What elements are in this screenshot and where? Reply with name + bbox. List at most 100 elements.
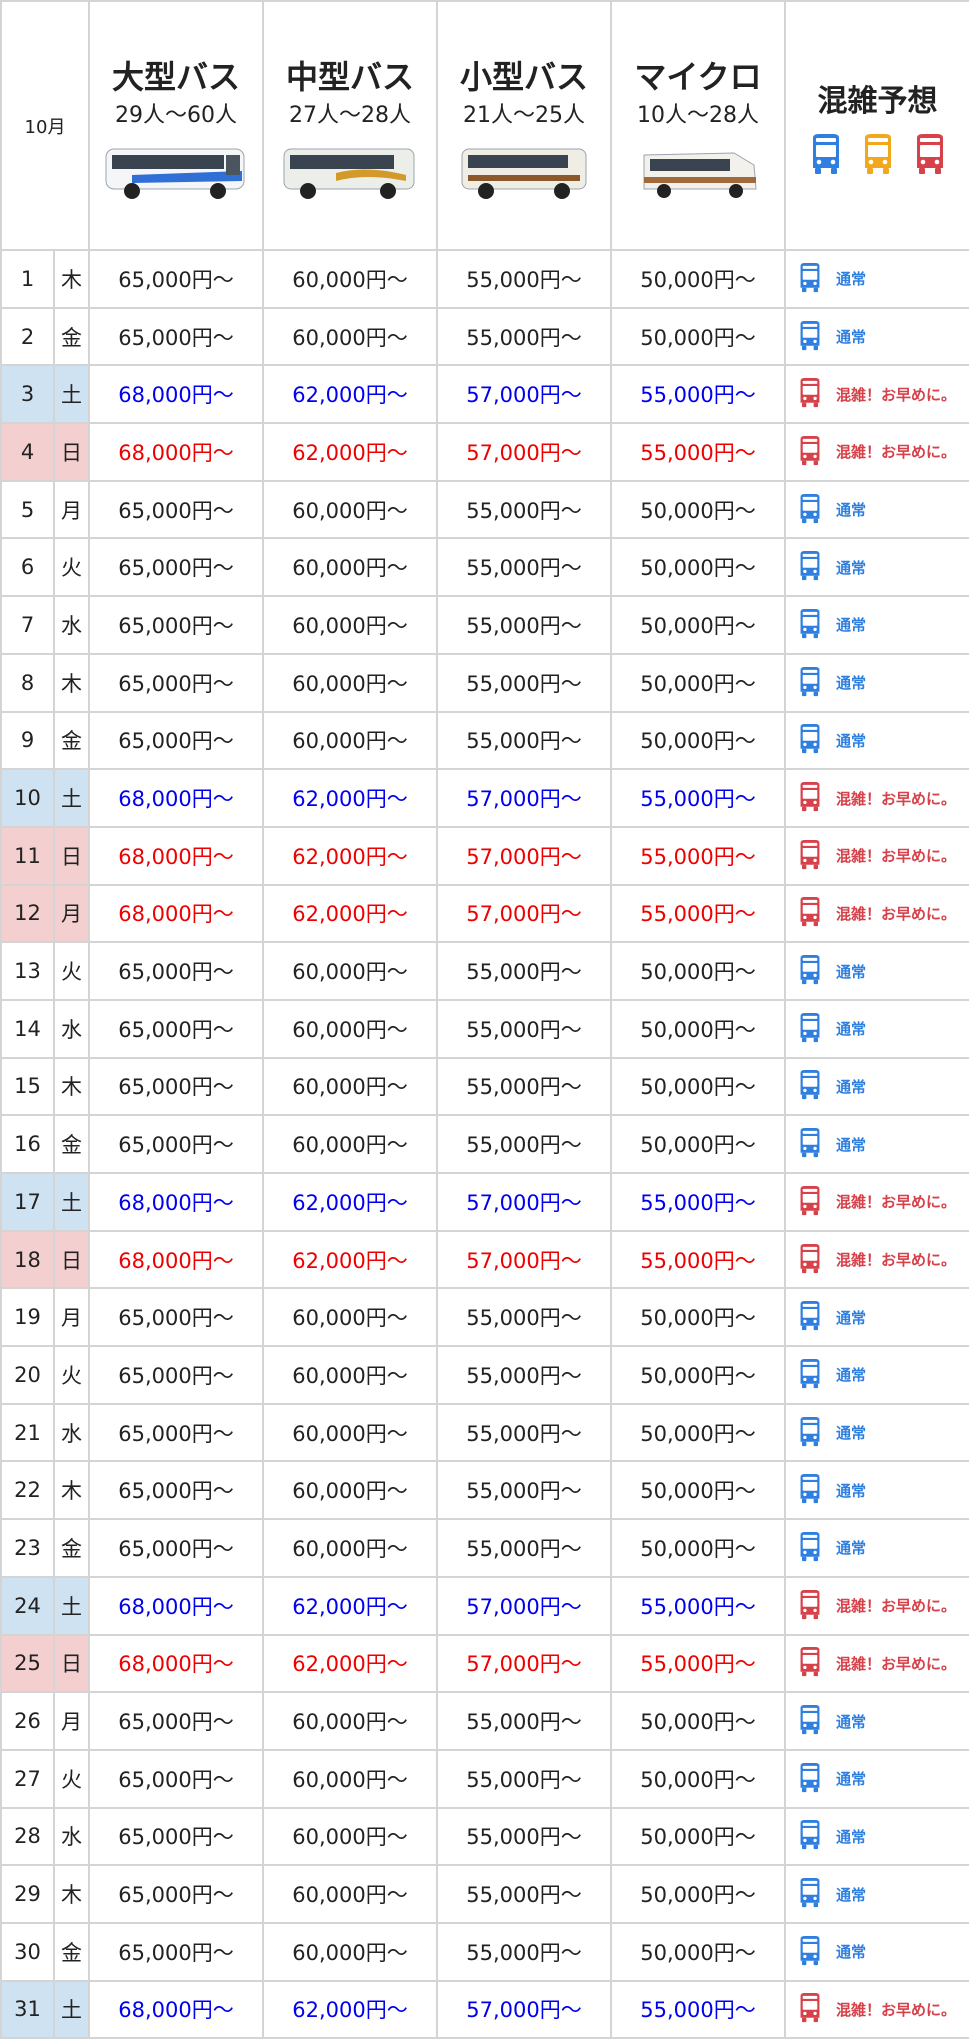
price-cell: 55,000円〜 — [436, 1460, 612, 1521]
large-bus-icon — [105, 148, 245, 200]
price-cell: 65,000円〜 — [88, 1287, 264, 1348]
price-cell: 50,000円〜 — [610, 1864, 786, 1924]
bus-blue-icon — [800, 666, 820, 696]
congestion-cell: 通常 — [784, 1056, 969, 1117]
price-cell: 55,000円〜 — [436, 249, 612, 309]
day-number: 16 — [0, 1114, 55, 1174]
price-cell: 65,000円〜 — [88, 1921, 264, 1982]
price-cell: 62,000円〜 — [262, 1979, 438, 2040]
price-cell: 62,000円〜 — [262, 364, 438, 425]
price-cell: 50,000円〜 — [610, 652, 786, 713]
day-number: 23 — [0, 1518, 55, 1578]
day-number: 13 — [0, 941, 55, 1001]
congestion-status: 通常 — [836, 1539, 867, 1558]
price-cell: 65,000円〜 — [88, 306, 264, 367]
day-of-week: 金 — [53, 1921, 90, 1982]
congestion-cell: 通常 — [784, 595, 969, 655]
day-number: 8 — [0, 652, 55, 713]
day-of-week: 水 — [53, 998, 90, 1059]
bus-blue-icon — [800, 955, 820, 985]
table-row: 16 金 65,000円〜 60,000円〜 55,000円〜 50,000円〜 通常 — [0, 1114, 969, 1174]
bus-blue-icon — [800, 1012, 820, 1042]
day-number: 7 — [0, 595, 55, 655]
table-row: 22 木 65,000円〜 60,000円〜 55,000円〜 50,000円〜 通常 — [0, 1460, 969, 1521]
congestion-cell: 通常 — [784, 941, 969, 1001]
congestion-cell: 通常 — [784, 1864, 969, 1924]
price-cell: 57,000円〜 — [436, 825, 612, 886]
day-number: 20 — [0, 1345, 55, 1405]
congestion-status: 通常 — [836, 1770, 867, 1789]
table-row: 15 木 65,000円〜 60,000円〜 55,000円〜 50,000円〜 通常 — [0, 1056, 969, 1117]
price-cell: 50,000円〜 — [610, 537, 786, 598]
price-cell: 62,000円〜 — [262, 1229, 438, 1290]
table-row: 29 木 65,000円〜 60,000円〜 55,000円〜 50,000円〜 通常 — [0, 1864, 969, 1924]
day-number: 10 — [0, 768, 55, 828]
price-cell: 57,000円〜 — [436, 768, 612, 828]
day-of-week: 土 — [53, 364, 90, 425]
price-cell: 55,000円〜 — [436, 1864, 612, 1924]
bus-blue-icon — [800, 1762, 820, 1792]
bus-blue-icon — [800, 724, 820, 754]
congestion-cell: 通常 — [784, 1691, 969, 1751]
congestion-cell: 通常 — [784, 1921, 969, 1982]
price-cell: 50,000円〜 — [610, 1056, 786, 1117]
table-row: 19 月 65,000円〜 60,000円〜 55,000円〜 50,000円〜 通常 — [0, 1287, 969, 1348]
price-cell: 57,000円〜 — [436, 364, 612, 425]
bus-blue-icon — [800, 1301, 820, 1331]
price-cell: 68,000円〜 — [88, 422, 264, 482]
congestion-legend — [786, 134, 969, 178]
price-cell: 57,000円〜 — [436, 1633, 612, 1694]
price-cell: 50,000円〜 — [610, 595, 786, 655]
bus-capacity: 10人〜28人 — [637, 103, 759, 129]
day-of-week: 木 — [53, 1460, 90, 1521]
bus-red-icon — [800, 1243, 820, 1273]
congestion-cell: 通常 — [784, 1748, 969, 1809]
congestion-status: 混雑！お早めに。 — [836, 1654, 957, 1673]
bus-type-name: 大型バス — [111, 58, 240, 96]
table-row: 28 水 65,000円〜 60,000円〜 55,000円〜 50,000円〜 通常 — [0, 1806, 969, 1867]
price-cell: 57,000円〜 — [436, 883, 612, 944]
bus-header-small: 小型バス 21人〜25人 — [436, 0, 612, 251]
bus-red-icon — [800, 435, 820, 465]
bus-blue-icon — [800, 1878, 820, 1908]
congestion-status: 通常 — [836, 1943, 867, 1962]
table-row: 30 金 65,000円〜 60,000円〜 55,000円〜 50,000円〜 通常 — [0, 1921, 969, 1982]
bus-red-icon — [800, 378, 820, 408]
price-cell: 55,000円〜 — [436, 479, 612, 540]
congestion-cell: 通常 — [784, 1460, 969, 1521]
price-cell: 60,000円〜 — [262, 998, 438, 1059]
price-cell: 50,000円〜 — [610, 1114, 786, 1174]
price-cell: 60,000円〜 — [262, 1402, 438, 1463]
header-row: 10月 大型バス 29人〜60人 中型バス 27人〜28人 小型バス 21人〜2… — [0, 0, 969, 251]
bus-capacity: 21人〜25人 — [463, 103, 585, 129]
table-row: 26 月 65,000円〜 60,000円〜 55,000円〜 50,000円〜 通常 — [0, 1691, 969, 1751]
congestion-status: 混雑！お早めに。 — [836, 1597, 957, 1616]
table-row: 24 土 68,000円〜 62,000円〜 57,000円〜 55,000円〜 混雑！お早… — [0, 1575, 969, 1636]
day-number: 15 — [0, 1056, 55, 1117]
price-cell: 55,000円〜 — [610, 1229, 786, 1290]
table-row: 8 木 65,000円〜 60,000円〜 55,000円〜 50,000円〜 通常 — [0, 652, 969, 713]
bus-red-icon — [800, 1647, 820, 1677]
price-cell: 68,000円〜 — [88, 825, 264, 886]
price-cell: 55,000円〜 — [436, 710, 612, 771]
small-bus-icon — [461, 148, 587, 200]
bus-blue-icon — [800, 320, 820, 350]
congestion-status: 混雑！お早めに。 — [836, 789, 957, 808]
congestion-cell: 混雑！お早めに。 — [784, 1172, 969, 1232]
congestion-cell: 通常 — [784, 479, 969, 540]
congestion-status: 混雑！お早めに。 — [836, 1251, 957, 1270]
congestion-status: 混雑！お早めに。 — [836, 443, 957, 462]
table-row: 3 土 68,000円〜 62,000円〜 57,000円〜 55,000円〜 混雑！お早め… — [0, 364, 969, 425]
price-cell: 60,000円〜 — [262, 710, 438, 771]
day-number: 6 — [0, 537, 55, 598]
price-cell: 55,000円〜 — [610, 825, 786, 886]
table-row: 4 日 68,000円〜 62,000円〜 57,000円〜 55,000円〜 混雑！お早め… — [0, 422, 969, 482]
table-row: 25 日 68,000円〜 62,000円〜 57,000円〜 55,000円〜 混雑！お早… — [0, 1633, 969, 1694]
congestion-cell: 混雑！お早めに。 — [784, 1229, 969, 1290]
day-of-week: 土 — [53, 1575, 90, 1636]
price-cell: 68,000円〜 — [88, 1575, 264, 1636]
table-row: 2 金 65,000円〜 60,000円〜 55,000円〜 50,000円〜 通常 — [0, 306, 969, 367]
price-cell: 68,000円〜 — [88, 768, 264, 828]
price-cell: 60,000円〜 — [262, 1748, 438, 1809]
congestion-status: 通常 — [836, 328, 867, 347]
